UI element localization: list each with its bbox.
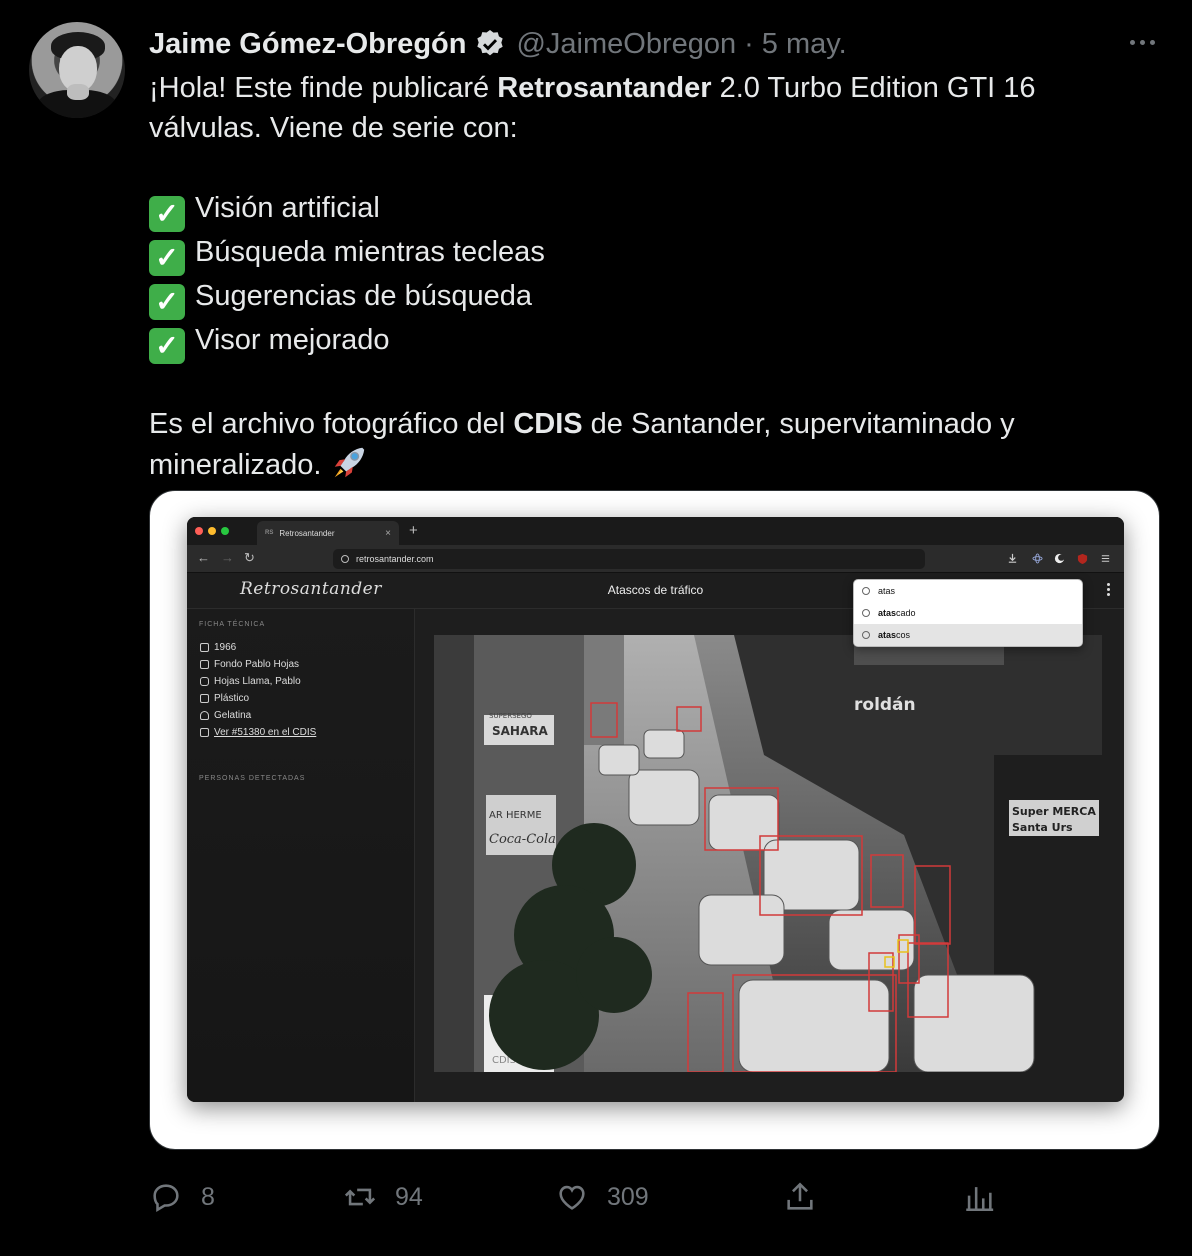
share-icon — [787, 1182, 813, 1210]
tweet-text: ¡Hola! Este finde publicaré Retrosantand… — [149, 68, 1109, 485]
sidebar-item-year: 1966 — [200, 642, 236, 653]
tweet-date[interactable]: 5 may. — [762, 28, 847, 61]
ublock-icon[interactable] — [1077, 553, 1088, 564]
text-line-2: válvulas. Viene de serie con: — [149, 112, 518, 144]
search-suggestions: atas atascado atascos — [853, 579, 1083, 647]
svg-text:SUPERSEGO: SUPERSEGO — [489, 712, 532, 720]
sidebar-link-cdis[interactable]: Ver #51380 en el CDIS — [200, 727, 316, 738]
svg-text:Super MERCA: Super MERCA — [1012, 805, 1096, 818]
extension-react-icon[interactable] — [1032, 553, 1043, 564]
svg-text:Santa Urs: Santa Urs — [1012, 821, 1073, 834]
new-tab-icon[interactable]: + — [409, 522, 418, 539]
suggestion-item[interactable]: atascado — [854, 602, 1082, 624]
tab-favicon: RS — [265, 530, 274, 536]
browser-tab-bar: RS Retrosantander × + — [187, 517, 1124, 545]
feature-item: ✓ Sugerencias de búsqueda — [149, 276, 1109, 320]
url-text: retrosantander.com — [356, 554, 434, 564]
reply-count: 8 — [201, 1182, 215, 1211]
archive-photo[interactable]: roldán SAHARA SUPERSEGO AR HERME Coca-Co… — [434, 635, 1102, 1072]
svg-text:Coca-Cola: Coca-Cola — [489, 832, 556, 847]
street-traffic-photo: roldán SAHARA SUPERSEGO AR HERME Coca-Co… — [434, 635, 1102, 1072]
reply-icon — [153, 1184, 179, 1213]
calendar-icon — [200, 643, 209, 652]
search-icon — [862, 609, 870, 617]
svg-text:SAHARA: SAHARA — [492, 724, 549, 738]
tweet-actions: 8 94 309 — [0, 1172, 1192, 1222]
share-button[interactable] — [783, 1180, 817, 1214]
sidebar: FICHA TÉCNICA 1966 Fondo Pablo Hojas Hoj… — [187, 609, 415, 1102]
feature-item: ✓ Búsqueda mientras tecleas — [149, 232, 1109, 276]
author-avatar[interactable] — [29, 22, 125, 118]
minimize-window-icon[interactable] — [208, 527, 216, 535]
retweet-count: 94 — [395, 1182, 423, 1211]
sidebar-item-technique: Gelatina — [200, 710, 251, 721]
reply-button[interactable]: 8 — [149, 1180, 215, 1214]
retweet-icon — [344, 1188, 376, 1206]
heart-icon — [559, 1185, 585, 1210]
search-icon — [862, 631, 870, 639]
window-controls — [195, 527, 229, 535]
avatar-hand — [67, 84, 89, 100]
rocket-icon — [330, 444, 368, 482]
sidebar-item-fondo: Fondo Pablo Hojas — [200, 659, 299, 670]
maximize-window-icon[interactable] — [221, 527, 229, 535]
check-mark-icon: ✓ — [149, 284, 185, 320]
text-line-1: ¡Hola! Este finde publicaré Retrosantand… — [149, 72, 1036, 104]
search-input[interactable]: atas — [854, 580, 1082, 602]
verified-badge-icon — [474, 28, 506, 60]
tweet-media-image[interactable]: RS Retrosantander × + ← → ↻ retrosantand… — [149, 490, 1160, 1150]
app-menu-icon[interactable] — [1107, 583, 1110, 596]
extension-moon-icon[interactable] — [1054, 553, 1065, 564]
sidebar-item-author: Hojas Llama, Pablo — [200, 676, 301, 687]
close-tab-icon[interactable]: × — [385, 528, 391, 539]
svg-text:AR HERME: AR HERME — [489, 810, 542, 821]
browser-window: RS Retrosantander × + ← → ↻ retrosantand… — [187, 517, 1124, 1102]
search-icon — [862, 587, 870, 595]
image-icon — [200, 694, 209, 703]
like-button[interactable]: 309 — [555, 1180, 649, 1214]
forward-arrow-icon[interactable]: → — [221, 550, 234, 565]
search-icon — [341, 555, 349, 563]
copy-icon — [200, 660, 209, 669]
svg-text:roldán: roldán — [854, 695, 916, 715]
browser-toolbar: ← → ↻ retrosantander.com — [187, 545, 1124, 573]
header-separator: · — [744, 27, 754, 60]
author-handle[interactable]: @JaimeObregon — [516, 28, 736, 61]
tab-title: Retrosantander — [279, 528, 335, 538]
author-name[interactable]: Jaime Gómez-Obregón — [149, 28, 466, 61]
retweet-button[interactable]: 94 — [343, 1180, 423, 1214]
analytics-button[interactable] — [962, 1180, 996, 1214]
feature-item: ✓ Visor mejorado — [149, 320, 1109, 364]
analytics-icon — [966, 1187, 994, 1212]
feature-item: ✓ Visión artificial — [149, 188, 1109, 232]
check-mark-icon: ✓ — [149, 240, 185, 276]
external-link-icon — [200, 728, 209, 737]
back-arrow-icon[interactable]: ← — [197, 550, 210, 565]
sidebar-item-support: Plástico — [200, 693, 249, 704]
menu-icon[interactable] — [1100, 553, 1111, 564]
stamp-icon — [200, 711, 209, 720]
section-personas-detectadas: PERSONAS DETECTADAS — [199, 775, 306, 782]
address-bar[interactable]: retrosantander.com — [333, 549, 925, 569]
camera-icon — [200, 677, 209, 686]
reload-icon[interactable]: ↻ — [244, 550, 255, 566]
tweet-header: Jaime Gómez-Obregón @JaimeObregon · 5 ma… — [149, 24, 847, 64]
check-mark-icon: ✓ — [149, 328, 185, 364]
close-window-icon[interactable] — [195, 527, 203, 535]
text-paragraph-2: Es el archivo fotográfico del CDIS de Sa… — [149, 408, 1015, 440]
cdis-bold: CDIS — [513, 408, 583, 440]
download-icon[interactable] — [1007, 553, 1018, 564]
retrosantander-bold: Retrosantander — [497, 72, 712, 104]
section-ficha-tecnica: FICHA TÉCNICA — [199, 621, 266, 628]
text-paragraph-2-line-2: mineralizado. — [149, 444, 1109, 485]
check-mark-icon: ✓ — [149, 196, 185, 232]
like-count: 309 — [607, 1182, 649, 1211]
more-options-icon[interactable] — [1122, 28, 1162, 56]
suggestion-item[interactable]: atascos — [854, 624, 1082, 646]
browser-tab[interactable]: RS Retrosantander × — [257, 521, 399, 545]
